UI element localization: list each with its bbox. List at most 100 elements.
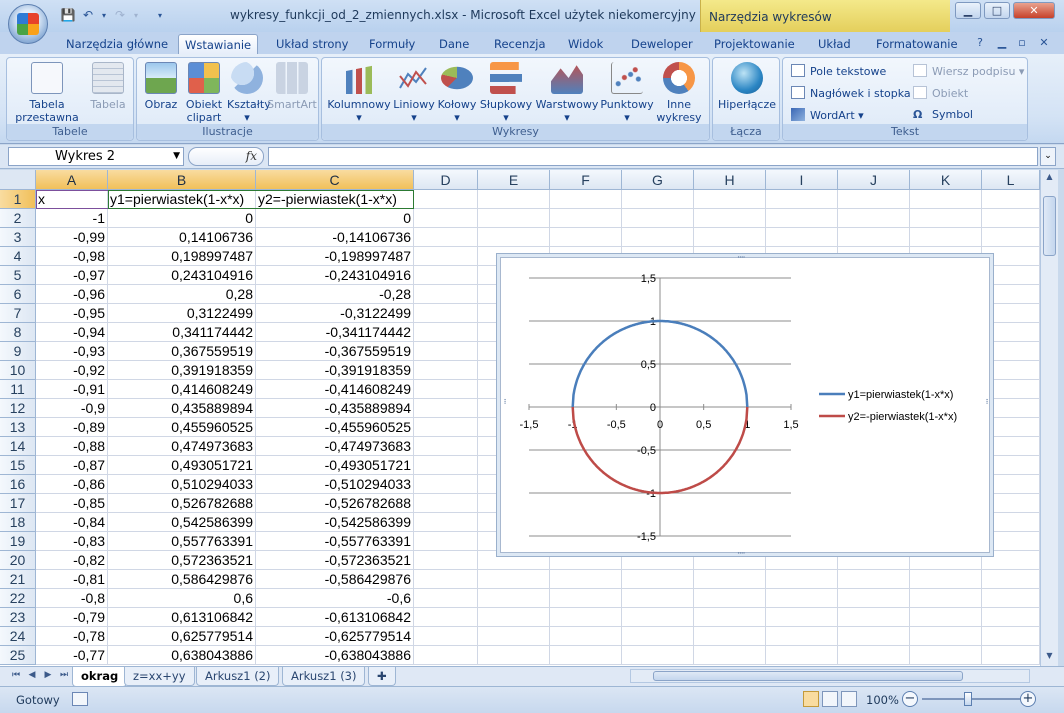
row-header[interactable]: 11 <box>0 380 36 399</box>
cell[interactable] <box>478 589 550 608</box>
tab-formatowanie[interactable]: Formatowanie <box>870 34 964 54</box>
cell[interactable]: -0,493051721 <box>256 456 414 475</box>
cell[interactable]: y2=-pierwiastek(1-x*x) <box>256 190 414 209</box>
tab-formuly[interactable]: Formuły <box>363 34 421 54</box>
cell[interactable] <box>414 646 478 665</box>
cell[interactable]: -0,79 <box>36 608 108 627</box>
row-header[interactable]: 3 <box>0 228 36 247</box>
cell[interactable]: -0,542586399 <box>256 513 414 532</box>
cell[interactable]: -0,86 <box>36 475 108 494</box>
cell[interactable]: -1 <box>36 209 108 228</box>
cell[interactable] <box>414 304 478 323</box>
cell[interactable] <box>694 228 766 247</box>
column-header-j[interactable]: J <box>838 170 910 190</box>
tab-projektowanie[interactable]: Projektowanie <box>708 34 801 54</box>
redo-icon[interactable]: ↷ <box>112 6 128 24</box>
office-button[interactable] <box>8 4 48 44</box>
insert-function-button[interactable]: fx <box>188 147 264 166</box>
cell[interactable]: -0,3122499 <box>256 304 414 323</box>
cell[interactable] <box>414 570 478 589</box>
cell[interactable] <box>694 627 766 646</box>
cell[interactable]: 0,391918359 <box>108 361 256 380</box>
cell[interactable] <box>550 608 622 627</box>
cell[interactable] <box>982 589 1040 608</box>
row-header[interactable]: 17 <box>0 494 36 513</box>
cell[interactable]: -0,557763391 <box>256 532 414 551</box>
cell[interactable] <box>550 589 622 608</box>
cell[interactable]: -0,95 <box>36 304 108 323</box>
cell[interactable] <box>550 228 622 247</box>
cell[interactable] <box>766 608 838 627</box>
cell[interactable] <box>414 209 478 228</box>
select-all-button[interactable] <box>0 170 36 190</box>
cell[interactable]: -0,78 <box>36 627 108 646</box>
row-header[interactable]: 12 <box>0 399 36 418</box>
cell[interactable]: -0,87 <box>36 456 108 475</box>
customize-qat-icon[interactable]: ▾ <box>152 6 168 24</box>
cell[interactable] <box>622 209 694 228</box>
column-header-h[interactable]: H <box>694 170 766 190</box>
cell[interactable]: 0,526782688 <box>108 494 256 513</box>
horizontal-scroll-thumb[interactable] <box>653 671 963 681</box>
horizontal-scrollbar[interactable] <box>630 669 1030 683</box>
chart-resize-handle-top[interactable]: ···· <box>737 253 746 263</box>
cell[interactable]: 0,557763391 <box>108 532 256 551</box>
cell[interactable] <box>838 570 910 589</box>
row-header[interactable]: 14 <box>0 437 36 456</box>
cell[interactable] <box>414 627 478 646</box>
cell[interactable] <box>622 190 694 209</box>
cell[interactable] <box>550 646 622 665</box>
cell[interactable] <box>550 570 622 589</box>
cell[interactable]: -0,98 <box>36 247 108 266</box>
sheet-tab-arkusz1-3[interactable]: Arkusz1 (3) <box>282 667 366 686</box>
cell[interactable] <box>982 228 1040 247</box>
cell[interactable] <box>982 190 1040 209</box>
cell[interactable] <box>766 209 838 228</box>
cell[interactable]: -0,88 <box>36 437 108 456</box>
cell[interactable] <box>414 228 478 247</box>
scroll-down-icon[interactable]: ▼ <box>1043 651 1056 664</box>
column-header-k[interactable]: K <box>910 170 982 190</box>
maximize-button[interactable]: □ <box>984 2 1010 19</box>
cell[interactable]: -0,572363521 <box>256 551 414 570</box>
cell[interactable]: 0,638043886 <box>108 646 256 665</box>
cell[interactable]: 0,493051721 <box>108 456 256 475</box>
cell[interactable] <box>414 456 478 475</box>
cell[interactable] <box>694 608 766 627</box>
undo-dropdown-icon[interactable]: ▾ <box>96 6 112 24</box>
minimize-button[interactable]: ▁ <box>955 2 981 19</box>
column-header-e[interactable]: E <box>478 170 550 190</box>
cell[interactable]: -0,625779514 <box>256 627 414 646</box>
chart-resize-handle-left[interactable]: ··· <box>499 398 509 404</box>
macro-record-icon[interactable] <box>72 692 88 706</box>
cell[interactable] <box>414 437 478 456</box>
cell[interactable] <box>478 608 550 627</box>
cell[interactable]: -0,6 <box>256 589 414 608</box>
cell[interactable]: -0,198997487 <box>256 247 414 266</box>
symbol-button[interactable]: Ω Symbol <box>913 108 973 121</box>
sheet-tab-arkusz1-2[interactable]: Arkusz1 (2) <box>196 667 280 686</box>
cell[interactable]: -0,14106736 <box>256 228 414 247</box>
cell[interactable] <box>478 228 550 247</box>
help-icon[interactable]: ? <box>972 34 988 50</box>
cell[interactable]: 0,435889894 <box>108 399 256 418</box>
cell[interactable] <box>694 570 766 589</box>
ribbon-restore-icon[interactable]: ▫ <box>1014 34 1030 50</box>
column-header-b[interactable]: B <box>108 170 256 190</box>
cell[interactable] <box>414 418 478 437</box>
cell[interactable]: -0,8 <box>36 589 108 608</box>
ksztalty-button[interactable]: Kształty ▾ <box>227 62 271 124</box>
row-header[interactable]: 13 <box>0 418 36 437</box>
cell[interactable] <box>550 627 622 646</box>
row-header[interactable]: 8 <box>0 323 36 342</box>
cell[interactable] <box>622 570 694 589</box>
cell[interactable]: x <box>36 190 108 209</box>
cell[interactable] <box>838 190 910 209</box>
cell[interactable] <box>694 209 766 228</box>
column-header-i[interactable]: I <box>766 170 838 190</box>
cell[interactable] <box>910 228 982 247</box>
row-header[interactable]: 20 <box>0 551 36 570</box>
tab-dane[interactable]: Dane <box>433 34 475 54</box>
cell[interactable]: -0,77 <box>36 646 108 665</box>
liniowy-button[interactable]: Liniowy ▾ <box>392 62 436 124</box>
